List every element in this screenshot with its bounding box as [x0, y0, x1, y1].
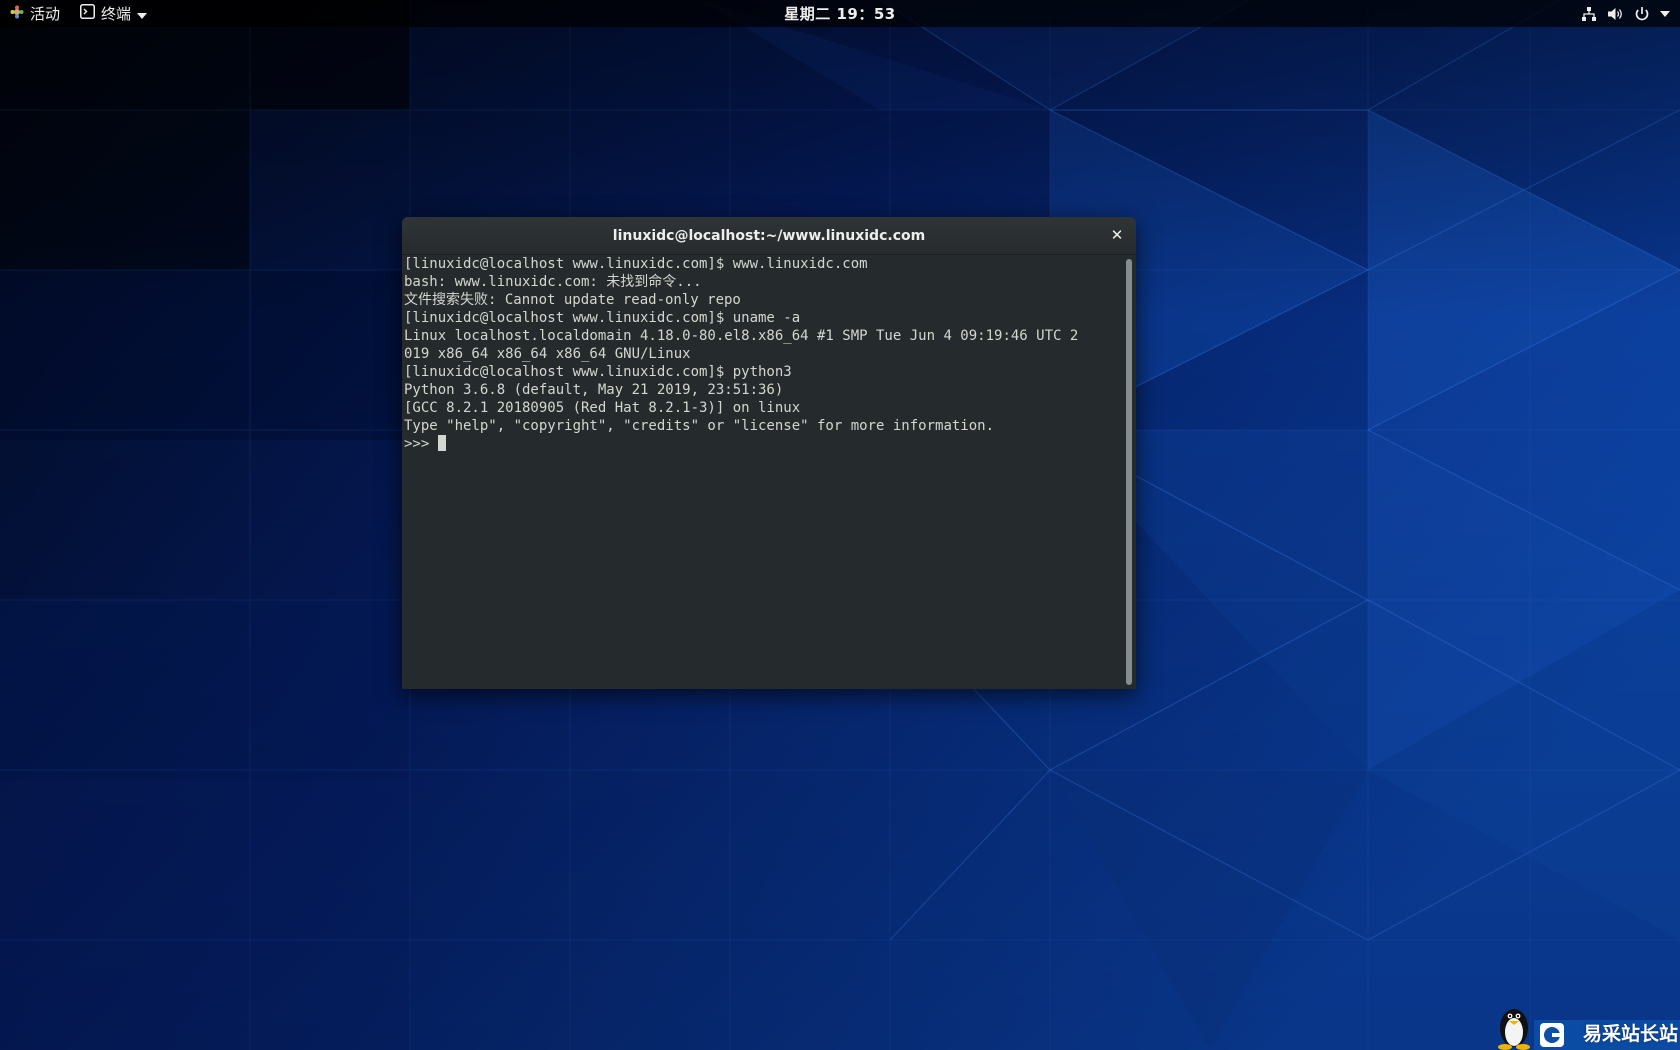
terminal-line: [linuxidc@localhost www.linuxidc.com]$ p… — [404, 364, 792, 380]
clock-container: 星期二 19：53 — [0, 0, 1680, 27]
power-icon — [1634, 6, 1650, 22]
terminal-window[interactable]: linuxidc@localhost:~/www.linuxidc.com ✕ … — [402, 217, 1136, 689]
network-icon — [1581, 6, 1597, 22]
watermark-text: 易采站长站 — [1582, 1023, 1678, 1045]
terminal-line: Type "help", "copyright", "credits" or "… — [404, 418, 995, 434]
text-cursor — [437, 435, 446, 451]
close-button[interactable]: ✕ — [1106, 224, 1128, 246]
volume-icon — [1607, 6, 1624, 22]
terminal-line: 文件搜索失败: Cannot update read-only repo — [404, 292, 741, 308]
terminal-prompt-line[interactable]: >>> — [404, 435, 1122, 453]
terminal-line: [linuxidc@localhost www.linuxidc.com]$ u… — [404, 310, 801, 326]
terminal-line: [GCC 8.2.1 20180905 (Red Hat 8.2.1-3)] o… — [404, 400, 801, 416]
top-bar: 活动 终端 星期二 19：53 — [0, 0, 1680, 27]
watermark: 易采站长站 — [1490, 992, 1680, 1050]
terminal-line: 019 x86_64 x86_64 x86_64 GNU/Linux — [404, 346, 691, 362]
terminal-scrollbar[interactable] — [1122, 255, 1136, 689]
terminal-output[interactable]: [linuxidc@localhost www.linuxidc.com]$ w… — [402, 255, 1122, 689]
terminal-titlebar[interactable]: linuxidc@localhost:~/www.linuxidc.com ✕ — [402, 217, 1136, 255]
terminal-line: Python 3.6.8 (default, May 21 2019, 23:5… — [404, 382, 784, 398]
system-menu[interactable] — [1581, 0, 1670, 27]
scrollbar-thumb[interactable] — [1126, 259, 1132, 685]
clock[interactable]: 星期二 19：53 — [784, 3, 895, 24]
terminal-line: Linux localhost.localdomain 4.18.0-80.el… — [404, 328, 1079, 344]
terminal-line: [linuxidc@localhost www.linuxidc.com]$ w… — [404, 256, 868, 272]
terminal-line: bash: www.linuxidc.com: 未找到命令... — [404, 274, 702, 290]
terminal-title: linuxidc@localhost:~/www.linuxidc.com — [612, 227, 926, 244]
close-icon: ✕ — [1110, 226, 1124, 244]
chevron-down-icon — [1660, 10, 1670, 17]
python-prompt: >>> — [404, 436, 438, 452]
